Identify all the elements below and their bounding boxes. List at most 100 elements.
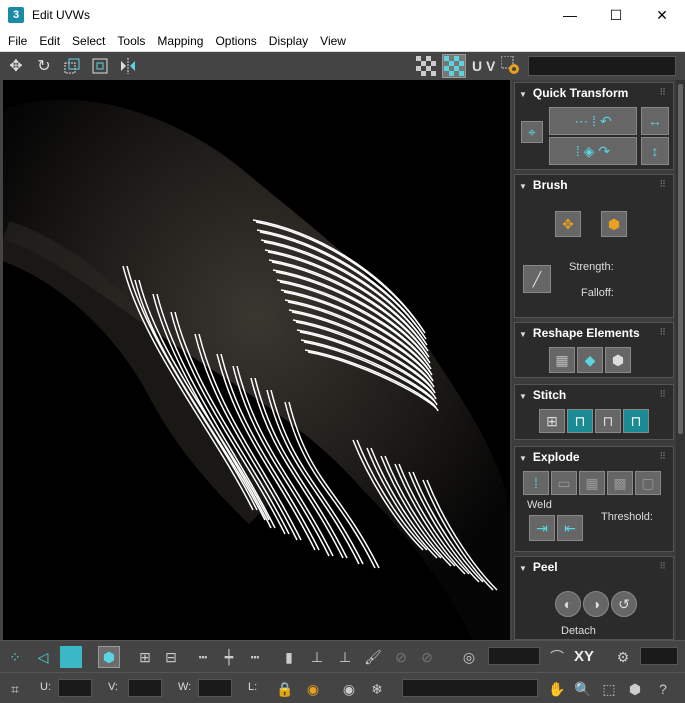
peel-reset-icon[interactable]: ↺ — [611, 591, 637, 617]
selection-set-field[interactable] — [402, 679, 538, 697]
w-field[interactable] — [198, 679, 232, 697]
grip-icon[interactable]: ⠿ — [659, 389, 667, 400]
v-field[interactable] — [128, 679, 162, 697]
zoom-icon[interactable]: 🔍 — [572, 678, 594, 700]
menu-options[interactable]: Options — [209, 34, 262, 48]
stitch-average-icon[interactable]: ⊓ — [595, 409, 621, 433]
cube-icon[interactable]: ⬢ — [605, 347, 631, 373]
rollout-explode: ▼ Explode ⠿ ⁞ ▭ ▦ ▩ ▢ Weld Threshold: ⇥ ⇤ — [514, 446, 674, 552]
rollout-title[interactable]: ▼ Peel — [515, 557, 673, 577]
weld-target-icon[interactable]: ⇤ — [557, 515, 583, 541]
space-horizontal-icon[interactable]: ↔ — [641, 107, 669, 135]
u-field[interactable] — [58, 679, 92, 697]
menu-mapping[interactable]: Mapping — [151, 34, 209, 48]
grid-value[interactable] — [640, 647, 678, 665]
settings-icon[interactable] — [499, 54, 523, 78]
rollout-title[interactable]: ▼ Stitch — [515, 385, 673, 405]
maximize-button[interactable]: ☐ — [593, 0, 639, 30]
relax-icon[interactable]: ◆ — [577, 347, 603, 373]
edge-select-icon[interactable]: ◁ — [32, 646, 54, 668]
menu-view[interactable]: View — [314, 34, 352, 48]
grow-select-icon[interactable]: ⊞ — [134, 646, 156, 668]
grip-icon[interactable]: ⠿ — [659, 179, 667, 190]
help-icon[interactable]: ? — [652, 678, 674, 700]
soft-select-icon[interactable]: ◎ — [458, 646, 480, 668]
grip-icon[interactable]: ⠿ — [659, 561, 667, 572]
align-vertical-icon[interactable]: ⁞ ◈ ↷ — [549, 137, 637, 165]
vertical-bar-icon[interactable]: ▮ — [278, 646, 300, 668]
brush-size-icon[interactable]: ⊘ — [390, 646, 412, 668]
xy-toggle[interactable]: XY — [574, 648, 594, 665]
mirror-icon[interactable] — [116, 54, 140, 78]
texture-shape — [3, 99, 510, 640]
grip-icon[interactable]: ⠿ — [659, 87, 667, 98]
menu-tools[interactable]: Tools — [111, 34, 151, 48]
menu-edit[interactable]: Edit — [33, 34, 66, 48]
texture-dropdown[interactable] — [528, 56, 676, 76]
face-select-icon[interactable] — [60, 646, 82, 668]
loop-select-icon[interactable]: ┅ — [192, 646, 214, 668]
stitch-source-icon[interactable]: ⊓ — [567, 409, 593, 433]
rollout-title[interactable]: ▼ Reshape Elements — [515, 323, 673, 343]
explode-checker-icon[interactable]: ▩ — [607, 471, 633, 495]
u-label: U: — [40, 681, 51, 693]
freeform-icon[interactable] — [88, 54, 112, 78]
minimize-button[interactable]: — — [547, 0, 593, 30]
explode-frame-icon[interactable]: ▢ — [635, 471, 661, 495]
quick-peel-icon[interactable]: ◐ — [555, 591, 581, 617]
scroll-thumb[interactable] — [678, 84, 683, 434]
snowflake-icon[interactable]: ❄ — [366, 678, 388, 700]
rollout-title[interactable]: ▼ Brush — [515, 175, 673, 195]
menu-file[interactable]: File — [2, 34, 33, 48]
zoom-region-icon[interactable]: ⬚ — [598, 678, 620, 700]
rotate-icon[interactable]: ↻ — [32, 54, 56, 78]
texture-icon[interactable] — [442, 54, 466, 78]
element-select-icon[interactable]: ⬢ — [98, 646, 120, 668]
uv-viewport[interactable] — [3, 80, 510, 640]
menu-select[interactable]: Select — [66, 34, 111, 48]
move-icon[interactable]: ✥ — [4, 54, 28, 78]
explode-grid-icon[interactable]: ▦ — [579, 471, 605, 495]
grip-icon[interactable]: ⠿ — [659, 327, 667, 338]
paint-move-icon[interactable]: ✥ — [555, 211, 581, 237]
straighten-icon[interactable]: ▦ — [549, 347, 575, 373]
stitch-custom-icon[interactable]: ⊞ — [539, 409, 565, 433]
hand-icon[interactable]: ✋ — [546, 678, 568, 700]
relax-brush-icon[interactable]: ⬢ — [601, 211, 627, 237]
detach-edge-icon[interactable]: ▭ — [551, 471, 577, 495]
app-icon: 3 — [8, 7, 24, 23]
menu-display[interactable]: Display — [263, 34, 314, 48]
paint-select-icon[interactable]: 🖌 — [362, 646, 384, 668]
edge-loop-icon[interactable]: ┅ — [244, 646, 266, 668]
pin-icon[interactable]: ⊥ — [306, 646, 328, 668]
vertex-select-icon[interactable]: ⁘ — [4, 646, 26, 668]
soft-select-value[interactable] — [488, 647, 540, 665]
rollout-title[interactable]: ▼ Quick Transform — [515, 83, 673, 103]
scale-icon[interactable] — [60, 54, 84, 78]
weld-label: Weld — [527, 499, 552, 511]
ring-select-icon[interactable]: ┿ — [218, 646, 240, 668]
absolute-mode-icon[interactable]: ⌗ — [4, 678, 26, 700]
falloff-curve-icon[interactable]: ⌒ — [546, 646, 568, 668]
hide-icon[interactable]: ◉ — [302, 678, 324, 700]
eye-icon[interactable]: ◉ — [338, 678, 360, 700]
brush-size-down-icon[interactable]: ⊘ — [416, 646, 438, 668]
lock-icon[interactable]: 🔒 — [274, 678, 296, 700]
zoom-extents-icon[interactable]: ⬢ — [624, 678, 646, 700]
anchor-icon[interactable]: ⊥ — [334, 646, 356, 668]
checker-icon[interactable] — [414, 54, 438, 78]
break-icon[interactable]: ⁞ — [523, 471, 549, 495]
align-icon[interactable]: ⌖ — [521, 121, 543, 143]
close-button[interactable]: ✕ — [639, 0, 685, 30]
peel-mode-icon[interactable]: ◑ — [583, 591, 609, 617]
shrink-select-icon[interactable]: ⊟ — [160, 646, 182, 668]
stitch-target-icon[interactable]: ⊓ — [623, 409, 649, 433]
panel-scrollbar[interactable] — [676, 80, 685, 640]
weld-selected-icon[interactable]: ⇥ — [529, 515, 555, 541]
align-horizontal-icon[interactable]: ⋯ ⁞ ↶ — [549, 107, 637, 135]
rollout-title[interactable]: ▼ Explode — [515, 447, 673, 467]
grip-icon[interactable]: ⠿ — [659, 451, 667, 462]
brush-line-icon[interactable]: ╱ — [523, 265, 551, 293]
gear-icon[interactable]: ⚙ — [612, 646, 634, 668]
space-vertical-icon[interactable]: ↕ — [641, 137, 669, 165]
